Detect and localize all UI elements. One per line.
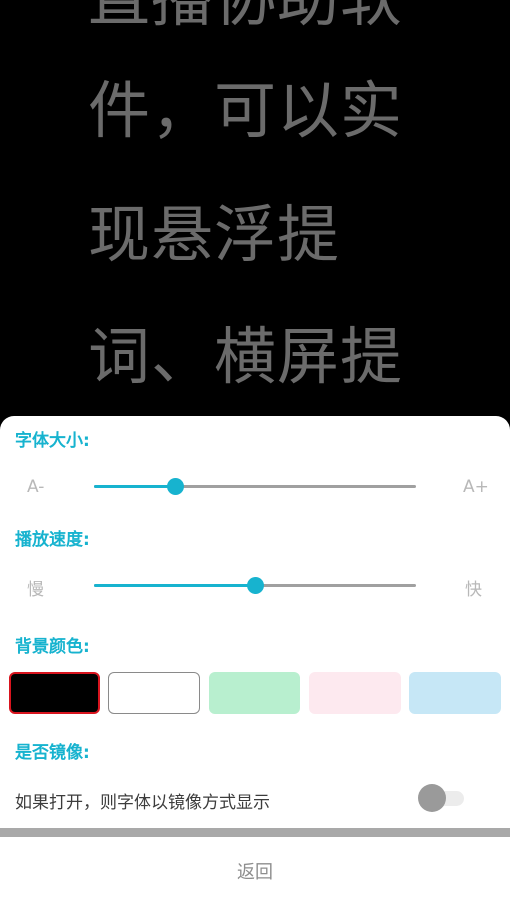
background-swatch-green[interactable] [209, 672, 300, 714]
speed-slider[interactable] [94, 573, 416, 597]
font-size-min-label: A- [27, 477, 45, 497]
mirror-toggle-knob[interactable] [418, 784, 446, 812]
prompter-text-area: 直播协助软 件，可以实 现悬浮提 词、横屏提 [0, 0, 510, 420]
back-button[interactable]: 返回 [0, 837, 510, 908]
settings-sheet: 字体大小: A- A+ 播放速度: 慢 快 背景颜色: 是否镜像: 如果打开，则… [0, 416, 510, 908]
speed-slow-label: 慢 [27, 580, 44, 600]
font-size-max-label: A+ [463, 477, 489, 497]
prompter-line-3: 现悬浮提 [88, 198, 341, 271]
speed-slider-fill [94, 584, 255, 587]
speed-slider-thumb[interactable] [247, 577, 264, 594]
speed-title: 播放速度: [15, 530, 90, 550]
background-color-title: 背景颜色: [15, 637, 90, 657]
speed-fast-label: 快 [465, 580, 482, 600]
font-size-title: 字体大小: [15, 431, 90, 451]
prompter-line-2: 件，可以实 [88, 74, 404, 147]
mirror-toggle[interactable] [418, 783, 466, 813]
prompter-line-4: 词、横屏提 [88, 320, 404, 393]
font-size-slider[interactable] [94, 474, 416, 498]
font-size-slider-fill [94, 485, 175, 488]
font-size-slider-thumb[interactable] [166, 478, 184, 495]
background-swatch-black[interactable] [9, 672, 100, 714]
teleprompter-screen: 直播协助软 件，可以实 现悬浮提 词、横屏提 字体大小: A- A+ 播放速度:… [0, 0, 510, 908]
mirror-description: 如果打开，则字体以镜像方式显示 [15, 793, 270, 813]
mirror-title: 是否镜像: [15, 743, 90, 763]
divider-bar [0, 828, 510, 837]
prompter-line-1: 直播协助软 [88, 0, 403, 34]
background-swatch-pink[interactable] [309, 672, 401, 714]
background-swatch-blue[interactable] [409, 672, 501, 714]
background-swatch-white[interactable] [108, 672, 200, 714]
